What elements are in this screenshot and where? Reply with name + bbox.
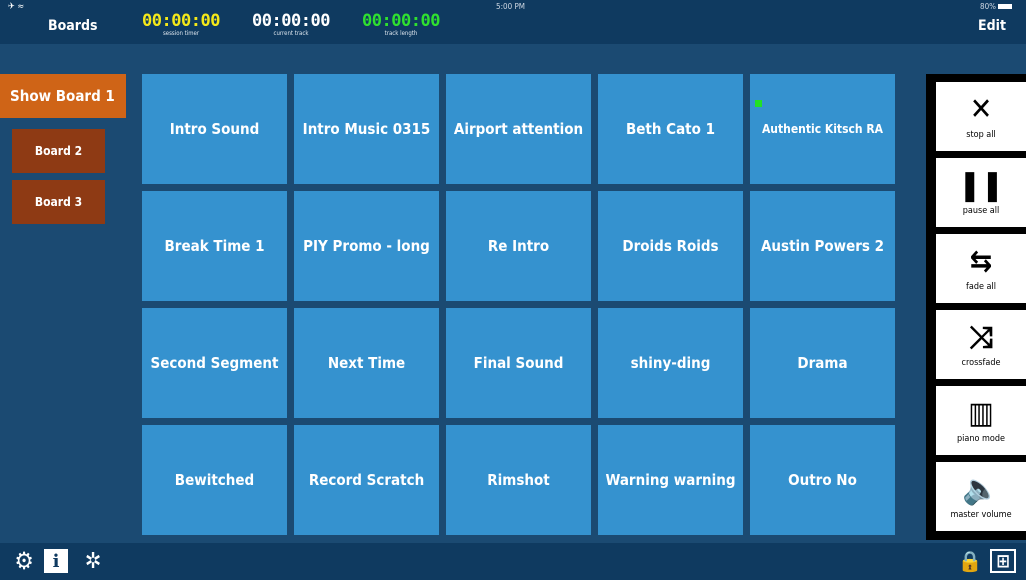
sound-pad[interactable]: Record Scratch [294,425,439,535]
pad-label: Intro Sound [169,120,260,138]
stop-all-button[interactable]: ✕ stop all [936,82,1026,151]
sound-pad[interactable]: Austin Powers 2 [750,191,895,301]
fade-all-label: fade all [966,281,996,292]
pause-all-label: pause all [962,205,1000,216]
master-volume-button[interactable]: 🔈 master volume [936,462,1026,531]
pad-label: PIY Promo - long [303,237,430,255]
sound-pad[interactable]: Authentic Kitsch RA [750,74,895,184]
volume-icon: 🔈 [962,471,1000,507]
crossfade-icon: ⤨ [969,319,993,355]
status-time: 5:00 PM [496,2,525,11]
piano-mode-label: piano mode [957,433,1005,444]
session-timer-value: 00:00:00 [142,11,220,31]
pad-label: Austin Powers 2 [760,237,885,255]
sound-pad[interactable]: Intro Sound [142,74,287,184]
piano-icon: ▥ [968,395,994,431]
pad-label: Intro Music 0315 [302,120,431,138]
pad-label: Second Segment [150,354,279,372]
boards-button[interactable]: Boards [48,18,97,34]
session-timer: 00:00:00 session timer [136,12,226,37]
pad-label: Rimshot [487,471,550,489]
sound-pad[interactable]: Second Segment [142,308,287,418]
pad-label: Next Time [327,354,406,372]
sound-pad[interactable]: shiny-ding [598,308,743,418]
playing-indicator [755,100,762,107]
fade-all-button[interactable]: ⇆ fade all [936,234,1026,303]
fade-icon: ⇆ [969,243,993,279]
pad-label: Beth Cato 1 [625,120,715,138]
pause-icon: ❚❚ [958,167,1004,203]
pad-label: shiny-ding [630,354,711,372]
edit-button[interactable]: Edit [978,18,1006,34]
battery-icon [998,4,1012,9]
sound-pad[interactable]: Intro Music 0315 [294,74,439,184]
pad-label: Drama [797,354,848,372]
board-tab-board-3[interactable]: Board 3 [12,180,105,224]
sound-pad[interactable]: Airport attention [446,74,591,184]
sound-pad[interactable]: Drama [750,308,895,418]
sound-pad[interactable]: Beth Cato 1 [598,74,743,184]
master-volume-label: master volume [950,509,1012,520]
crossfade-label: crossfade [961,357,1001,368]
stop-all-label: stop all [966,129,996,140]
sound-pad[interactable]: Re Intro [446,191,591,301]
playback-controls: ✕ stop all ❚❚ pause all ⇆ fade all ⤨ cro… [926,74,1026,540]
pad-label: Bewitched [174,471,255,489]
add-icon[interactable]: ⊞ [990,549,1016,573]
gear-icon[interactable]: ⚙ [12,547,36,575]
sound-pad[interactable]: PIY Promo - long [294,191,439,301]
track-length-timer: 00:00:00 track length [356,12,446,37]
sound-pad[interactable]: Bewitched [142,425,287,535]
sound-pad[interactable]: Final Sound [446,308,591,418]
sound-pad[interactable]: Warning warning [598,425,743,535]
track-length-value: 00:00:00 [362,11,440,31]
info-icon[interactable]: i [44,549,68,573]
session-timer-label: session timer [162,30,200,37]
current-track-label: current track [273,30,309,37]
top-bar: ✈ ≈ 5:00 PM 80% Boards 00:00:00 session … [0,0,1026,44]
pad-label: Droids Roids [622,237,719,255]
pad-label: Airport attention [453,120,584,138]
sound-pad[interactable]: Break Time 1 [142,191,287,301]
pad-label: Break Time 1 [164,237,265,255]
pad-label: Warning warning [605,471,736,489]
pause-all-button[interactable]: ❚❚ pause all [936,158,1026,227]
pad-label: Re Intro [487,237,550,255]
status-icons: ✈ ≈ [8,2,25,12]
sound-pad-grid: Intro Sound Intro Music 0315 Airport att… [142,74,895,535]
sparkle-icon[interactable]: ✲ [78,549,108,574]
bottom-bar: ⚙ i ✲ 🔒 ⊞ [0,543,1026,580]
status-battery: 80% [980,2,1012,11]
pad-label: Outro No [788,471,857,489]
sound-pad[interactable]: Droids Roids [598,191,743,301]
lock-icon[interactable]: 🔒 [958,549,983,573]
current-track-timer: 00:00:00 current track [246,12,336,37]
track-length-label: track length [384,30,418,37]
stop-all-icon: ✕ [969,91,993,127]
pad-label: Authentic Kitsch RA [761,122,884,136]
board-tab-board-2[interactable]: Board 2 [12,129,105,173]
sound-pad[interactable]: Next Time [294,308,439,418]
pad-label: Final Sound [473,354,564,372]
piano-mode-button[interactable]: ▥ piano mode [936,386,1026,455]
pad-label: Record Scratch [308,471,425,489]
current-track-value: 00:00:00 [252,11,330,31]
board-tab-show-board-1[interactable]: Show Board 1 [0,74,126,118]
crossfade-button[interactable]: ⤨ crossfade [936,310,1026,379]
sound-pad[interactable]: Outro No [750,425,895,535]
sound-pad[interactable]: Rimshot [446,425,591,535]
